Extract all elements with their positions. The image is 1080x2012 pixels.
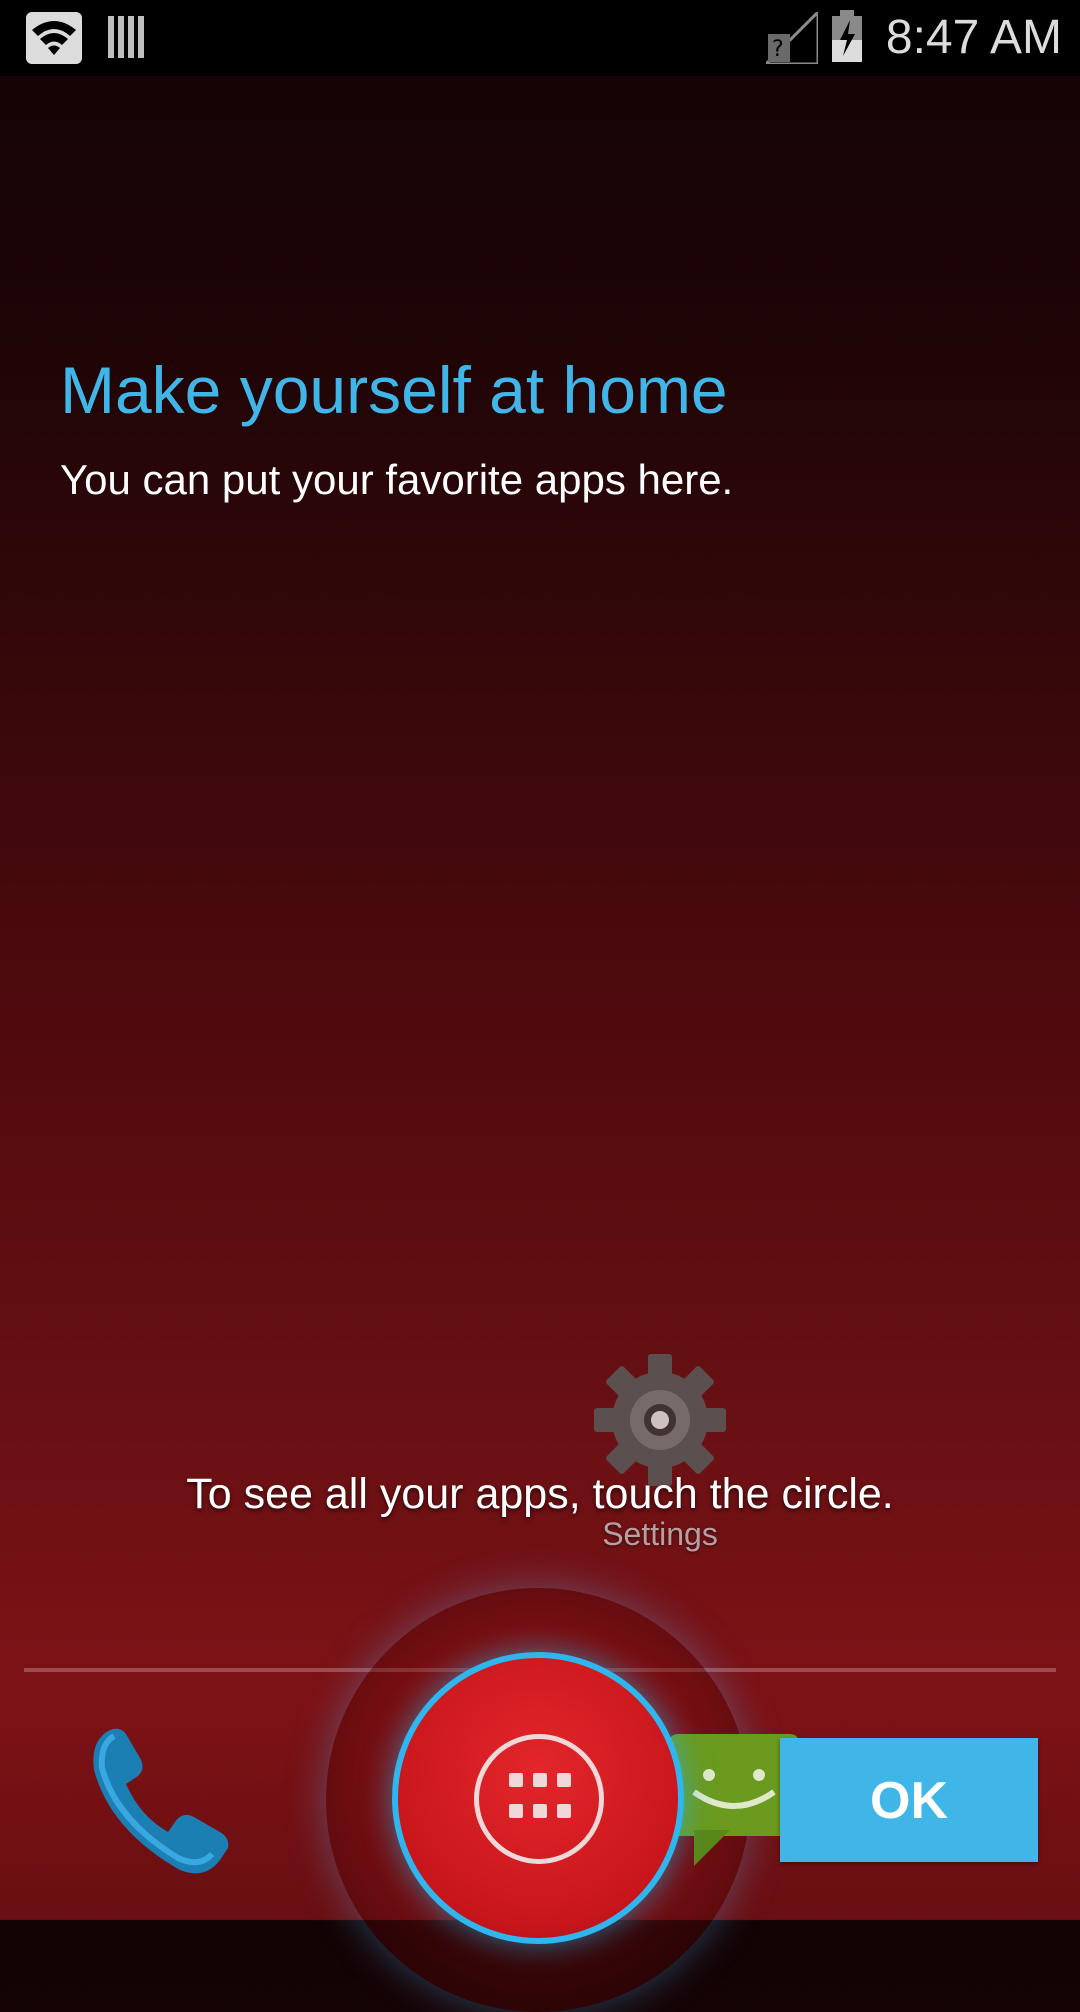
all-apps-icon [509,1773,571,1825]
page-subtitle: You can put your favorite apps here. [60,456,734,503]
ok-button[interactable]: OK [780,1738,1038,1862]
hint-text: To see all your apps, touch the circle. [186,1470,894,1518]
settings-label: Settings [602,1516,718,1552]
wifi-icon [26,12,82,64]
phone-app[interactable] [80,1720,230,1880]
page-title: Make yourself at home [60,353,728,427]
battery-charging-icon [832,10,862,62]
svg-text:?: ? [772,37,784,62]
storage-icon [108,16,144,58]
all-apps-button[interactable] [474,1734,604,1864]
gear-icon [594,1354,726,1486]
no-sim-signal-icon: ? [766,12,818,64]
phone-icon [93,1728,229,1874]
settings-app[interactable]: Settings [590,1350,730,1560]
status-bar: ? 8:47 AM [0,0,1080,76]
status-time: 8:47 AM [885,11,1062,64]
